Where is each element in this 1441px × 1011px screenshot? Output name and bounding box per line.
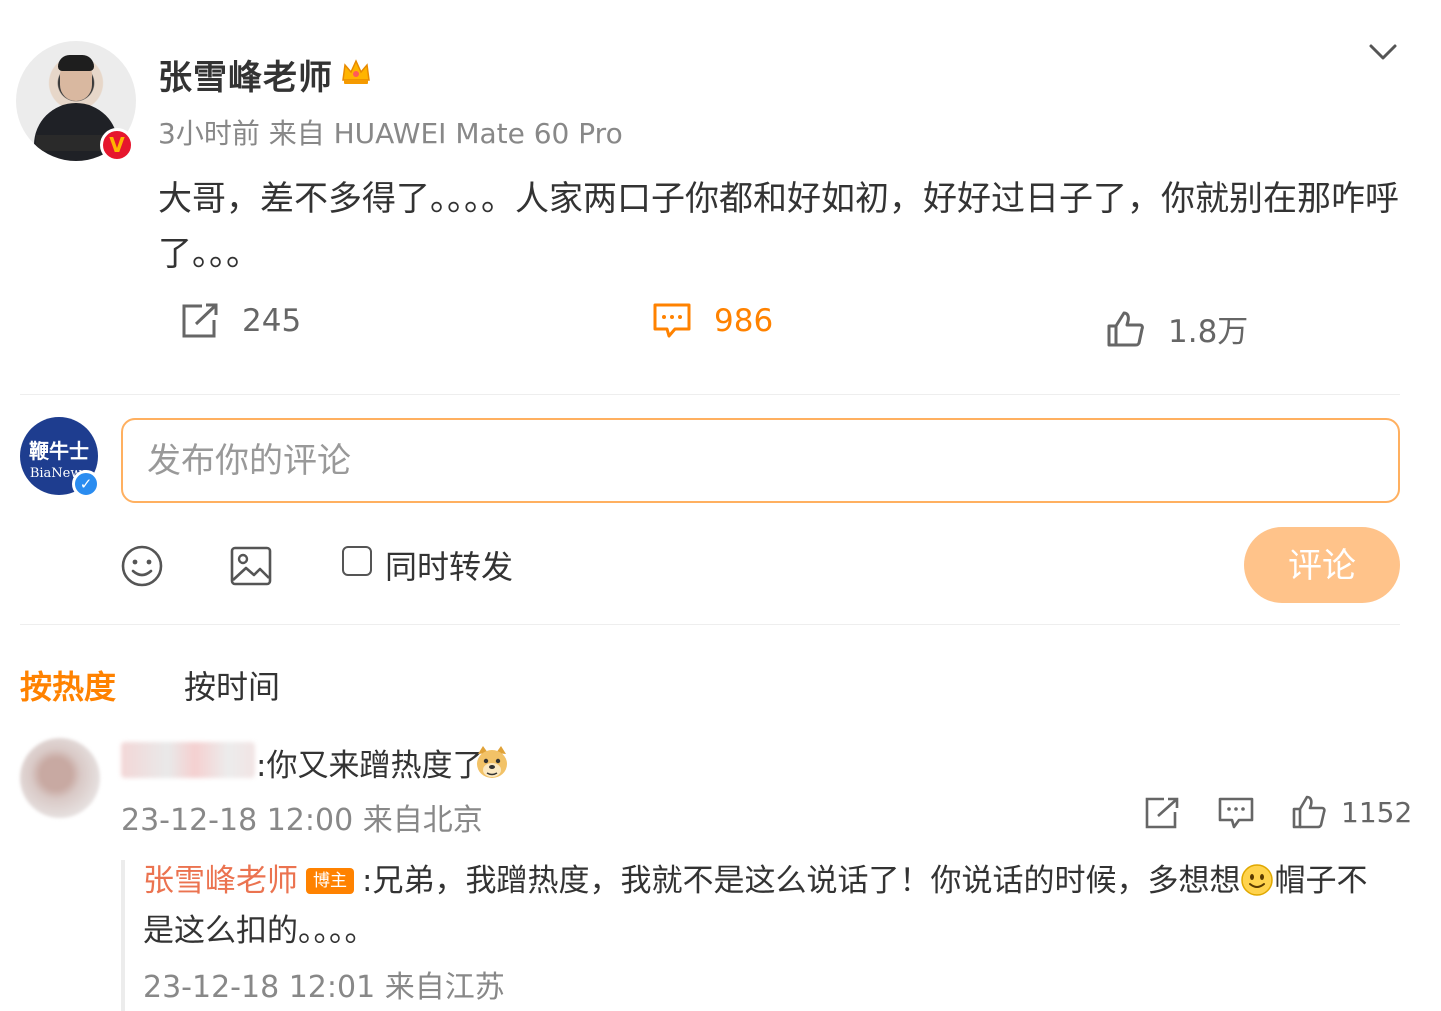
- comment-like-count: 1152: [1341, 796, 1413, 829]
- submit-comment-button[interactable]: 评论: [1244, 527, 1400, 603]
- like-count: 1.8万: [1168, 314, 1249, 350]
- crown-icon: [342, 59, 370, 84]
- comment-text: :你又来蹭热度了: [256, 748, 484, 784]
- repost-checkbox[interactable]: [342, 546, 372, 576]
- comment-input[interactable]: [121, 418, 1400, 503]
- comment-icon: [653, 303, 691, 338]
- avatar-figure-hair: [58, 55, 94, 71]
- comment-meta: 23-12-18 12:00 来自北京: [121, 803, 483, 838]
- divider: [20, 394, 1400, 395]
- avatar-text-cn: 鞭牛士: [29, 439, 89, 463]
- comment-reply-icon[interactable]: [1218, 796, 1254, 830]
- like-icon: [1107, 311, 1144, 346]
- host-badge: 博主: [306, 868, 354, 894]
- divider: [20, 624, 1400, 625]
- like-button[interactable]: 1.8万: [1106, 306, 1248, 351]
- post-meta: 3小时前 来自 HUAWEI Mate 60 Pro: [158, 117, 623, 150]
- doge-emoji-icon: [477, 746, 507, 778]
- verified-badge-icon: V: [100, 128, 134, 162]
- smile-emoji-icon: [1241, 864, 1274, 896]
- commenter-name-redacted[interactable]: [121, 742, 255, 778]
- reply-meta: 23-12-18 12:01 来自江苏: [143, 970, 505, 1005]
- chevron-down-icon[interactable]: [1366, 36, 1400, 66]
- repost-checkbox-label[interactable]: 同时转发: [385, 542, 513, 588]
- comment-button[interactable]: 986: [652, 302, 773, 340]
- reply-content: 张雪峰老师 博主:兄弟，我蹭热度，我就不是这么说话了！你说话的时候，多想想 帽子不…: [143, 856, 1398, 956]
- comment-repost-icon[interactable]: [1144, 796, 1180, 830]
- post-content: 大哥，差不多得了。。。。人家两口子你都和好如初，好好过日子了，你就别在那咋呼了。…: [158, 179, 1399, 274]
- verified-blue-badge-icon: ✓: [72, 470, 100, 498]
- reply-text-part1: :兄弟，我蹭热度，我就不是这么说话了！你说话的时候，多想想: [362, 863, 1241, 899]
- tab-sort-hot[interactable]: 按热度: [20, 662, 116, 708]
- repost-button[interactable]: 245: [180, 302, 301, 340]
- commenter-avatar[interactable]: [20, 738, 100, 818]
- comment-count: 986: [714, 303, 774, 339]
- reply-author-name[interactable]: 张雪峰老师: [143, 863, 298, 899]
- repost-icon: [182, 303, 218, 338]
- reply-thread-bar: [121, 860, 125, 1011]
- post-author-name[interactable]: 张雪峰老师: [158, 50, 333, 99]
- emoji-icon[interactable]: [120, 544, 164, 588]
- repost-count: 245: [242, 303, 302, 339]
- image-icon[interactable]: [229, 544, 273, 588]
- tab-sort-time[interactable]: 按时间: [184, 662, 280, 708]
- comment-like-icon[interactable]: [1291, 794, 1327, 830]
